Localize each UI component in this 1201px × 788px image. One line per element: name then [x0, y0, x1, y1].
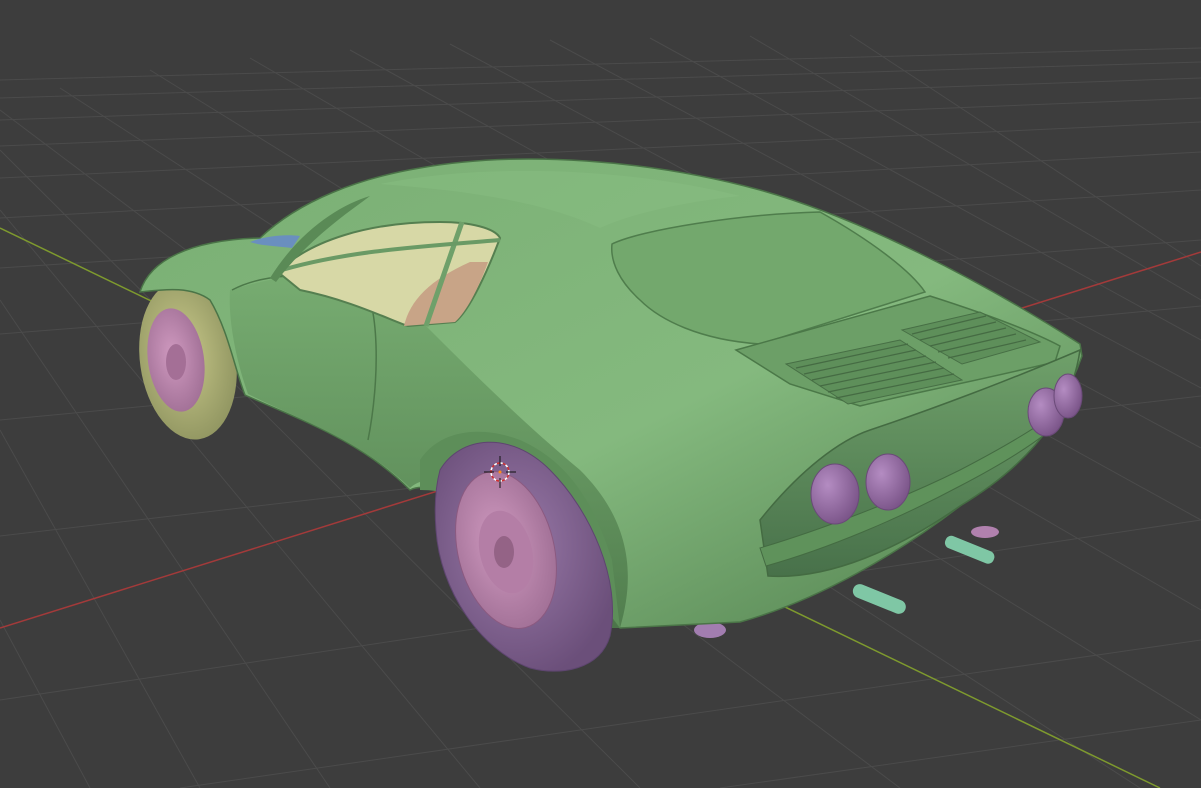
3d-viewport[interactable] [0, 0, 1201, 788]
car-model[interactable] [129, 158, 1083, 672]
viewport-canvas[interactable] [0, 0, 1201, 788]
